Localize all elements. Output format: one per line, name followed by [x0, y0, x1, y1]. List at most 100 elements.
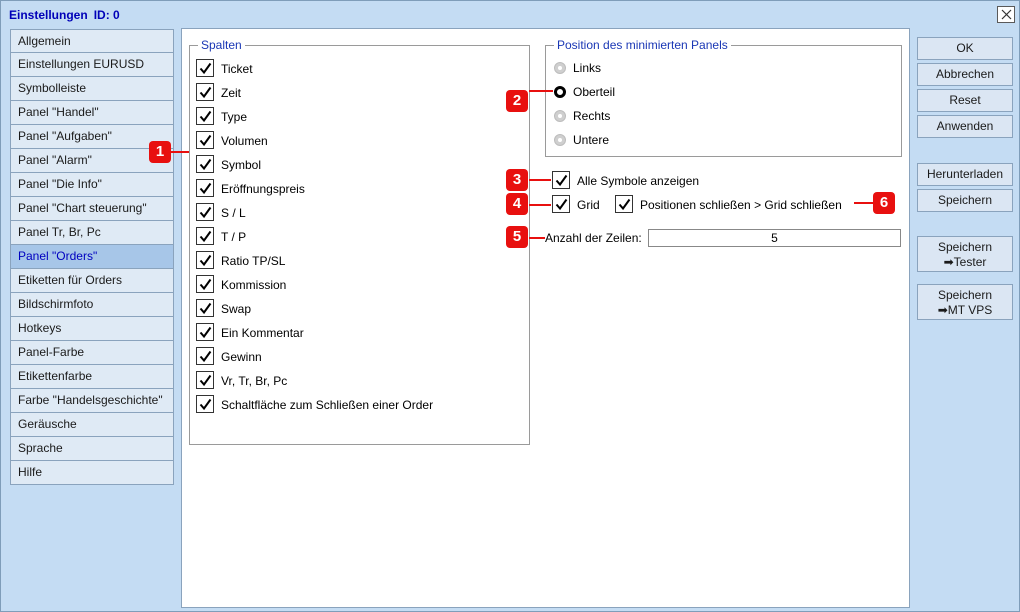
rows-count-input[interactable]: 5	[648, 229, 901, 247]
save-vps-line1: Speichern	[937, 288, 993, 302]
close-positions-label: Positionen schließen > Grid schließen	[640, 198, 842, 212]
checkmark-icon	[555, 174, 568, 187]
column-checkbox[interactable]	[196, 155, 214, 173]
marker-line-4	[529, 204, 551, 206]
sidebar-item-panel-orders[interactable]: Panel "Orders"	[10, 245, 174, 269]
checkmark-icon	[199, 110, 212, 123]
sidebar-item-hilfe[interactable]: Hilfe	[10, 461, 174, 485]
show-all-symbols-checkbox[interactable]	[552, 171, 570, 189]
column-checkbox[interactable]	[196, 227, 214, 245]
save-vps-button[interactable]: Speichern ➡MT VPS	[917, 284, 1013, 320]
radio-button[interactable]	[554, 86, 566, 98]
checkmark-icon	[199, 230, 212, 243]
sidebar-item-panel-chart-steuerung[interactable]: Panel "Chart steuerung"	[10, 197, 174, 221]
column-checkbox-label: Ein Kommentar	[221, 326, 304, 340]
column-checkbox[interactable]	[196, 83, 214, 101]
marker-line-2	[529, 90, 553, 92]
download-button[interactable]: Herunterladen	[917, 163, 1013, 186]
marker-6: 6	[873, 192, 895, 214]
checkmark-icon	[199, 374, 212, 387]
checkmark-icon	[199, 86, 212, 99]
cancel-button[interactable]: Abbrechen	[917, 63, 1013, 86]
column-checkbox[interactable]	[196, 347, 214, 365]
checkmark-icon	[199, 302, 212, 315]
column-checkbox[interactable]	[196, 371, 214, 389]
sidebar-item-etikettenfarbe[interactable]: Etikettenfarbe	[10, 365, 174, 389]
column-checkbox[interactable]	[196, 251, 214, 269]
checkmark-icon	[199, 206, 212, 219]
column-checkbox-label: T / P	[221, 230, 247, 244]
checkmark-icon	[618, 198, 631, 211]
settings-window: Einstellungen ID: 0 Allgemein Einstellung…	[0, 0, 1020, 612]
sidebar-item-bildschirmfoto[interactable]: Bildschirmfoto	[10, 293, 174, 317]
window-id-label: ID: 0	[93, 8, 120, 22]
column-checkbox-label: S / L	[221, 206, 246, 220]
radio-label: Links	[573, 61, 602, 75]
save-tester-line2: ➡Tester	[943, 255, 987, 269]
apply-button[interactable]: Anwenden	[917, 115, 1013, 138]
checkmark-icon	[199, 326, 212, 339]
marker-3: 3	[506, 169, 528, 191]
checkmark-icon	[199, 158, 212, 171]
column-checkbox[interactable]	[196, 107, 214, 125]
column-checkbox-label: Ratio TP/SL	[221, 254, 286, 268]
window-title-text: Einstellungen	[9, 8, 88, 22]
sidebar-item-etiketten-orders[interactable]: Etiketten für Orders	[10, 269, 174, 293]
checkmark-icon	[199, 398, 212, 411]
radio-button[interactable]	[554, 134, 566, 146]
column-checkbox-label: Schaltfläche zum Schließen einer Order	[221, 398, 434, 412]
sidebar-item-allgemein[interactable]: Allgemein	[10, 29, 174, 53]
grid-label: Grid	[577, 198, 600, 212]
sidebar-item-panel-die-info[interactable]: Panel "Die Info"	[10, 173, 174, 197]
radio-button[interactable]	[554, 110, 566, 122]
sidebar-item-geraeusche[interactable]: Geräusche	[10, 413, 174, 437]
column-checkbox[interactable]	[196, 179, 214, 197]
column-checkbox[interactable]	[196, 395, 214, 413]
marker-5: 5	[506, 226, 528, 248]
sidebar-item-farbe-handelsgeschichte[interactable]: Farbe "Handelsgeschichte"	[10, 389, 174, 413]
marker-1: 1	[149, 141, 171, 163]
radio-button[interactable]	[554, 62, 566, 74]
checkmark-icon	[199, 62, 212, 75]
column-checkbox[interactable]	[196, 275, 214, 293]
sidebar-item-panel-handel[interactable]: Panel "Handel"	[10, 101, 174, 125]
checkmark-icon	[199, 350, 212, 363]
column-checkbox-label: Eröffnungspreis	[221, 182, 305, 196]
marker-2: 2	[506, 90, 528, 112]
sidebar-item-panel-tr-br-pc[interactable]: Panel Tr, Br, Pc	[10, 221, 174, 245]
title-bar: Einstellungen ID: 0	[1, 1, 1019, 27]
column-checkbox[interactable]	[196, 131, 214, 149]
checkmark-icon	[199, 254, 212, 267]
column-checkbox[interactable]	[196, 299, 214, 317]
column-checkbox[interactable]	[196, 203, 214, 221]
column-checkbox-label: Swap	[221, 302, 252, 316]
radio-label: Rechts	[573, 109, 611, 123]
sidebar-item-panel-farbe[interactable]: Panel-Farbe	[10, 341, 174, 365]
show-all-symbols-label: Alle Symbole anzeigen	[577, 174, 700, 188]
sidebar-item-einstellungen-eurusd[interactable]: Einstellungen EURUSD	[10, 53, 174, 77]
sidebar-item-sprache[interactable]: Sprache	[10, 437, 174, 461]
window-title: Einstellungen ID: 0	[9, 8, 120, 22]
close-button[interactable]	[997, 6, 1015, 23]
close-positions-checkbox[interactable]	[615, 195, 633, 213]
checkmark-icon	[555, 198, 568, 211]
column-checkbox-label: Vr, Tr, Br, Pc	[221, 374, 288, 388]
grid-checkbox[interactable]	[552, 195, 570, 213]
radio-label: Oberteil	[573, 85, 616, 99]
sidebar-item-hotkeys[interactable]: Hotkeys	[10, 317, 174, 341]
sidebar-item-symbolleiste[interactable]: Symbolleiste	[10, 77, 174, 101]
checkmark-icon	[199, 134, 212, 147]
columns-group-title: Spalten	[198, 38, 245, 52]
column-checkbox[interactable]	[196, 59, 214, 77]
marker-line-6	[854, 202, 874, 204]
checkmark-icon	[199, 278, 212, 291]
column-checkbox[interactable]	[196, 323, 214, 341]
save-button[interactable]: Speichern	[917, 189, 1013, 212]
ok-button[interactable]: OK	[917, 37, 1013, 60]
marker-line-3	[529, 179, 551, 181]
save-vps-line2: ➡MT VPS	[937, 303, 993, 317]
column-checkbox-label: Ticket	[221, 62, 253, 76]
close-icon	[1001, 9, 1012, 20]
reset-button[interactable]: Reset	[917, 89, 1013, 112]
save-tester-button[interactable]: Speichern ➡Tester	[917, 236, 1013, 272]
